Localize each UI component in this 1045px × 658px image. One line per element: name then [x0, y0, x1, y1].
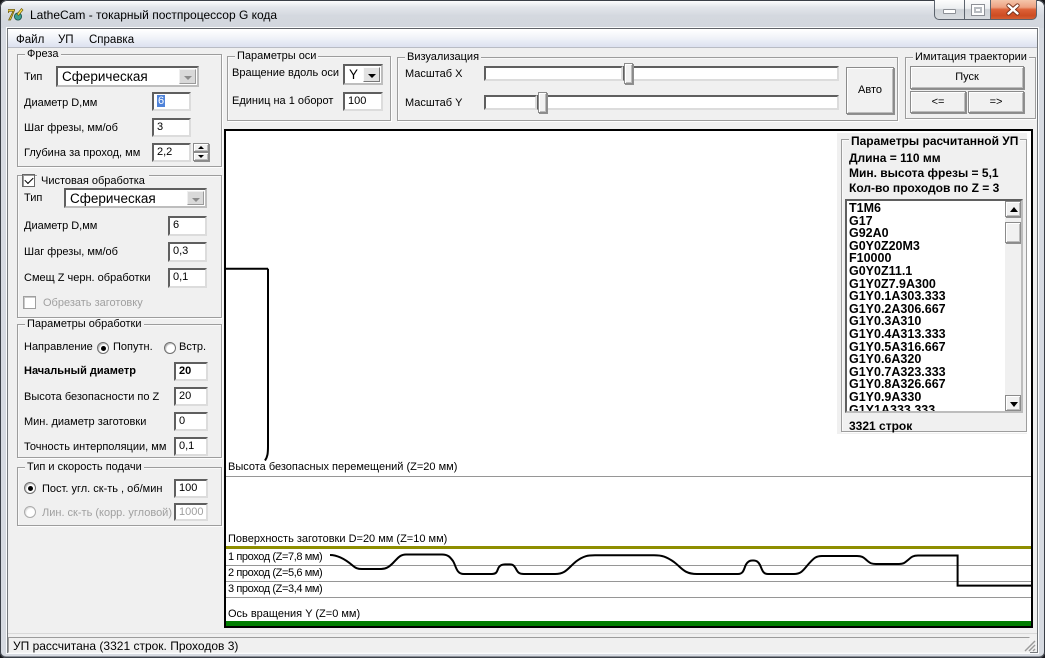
svg-text:7: 7 — [8, 7, 15, 22]
